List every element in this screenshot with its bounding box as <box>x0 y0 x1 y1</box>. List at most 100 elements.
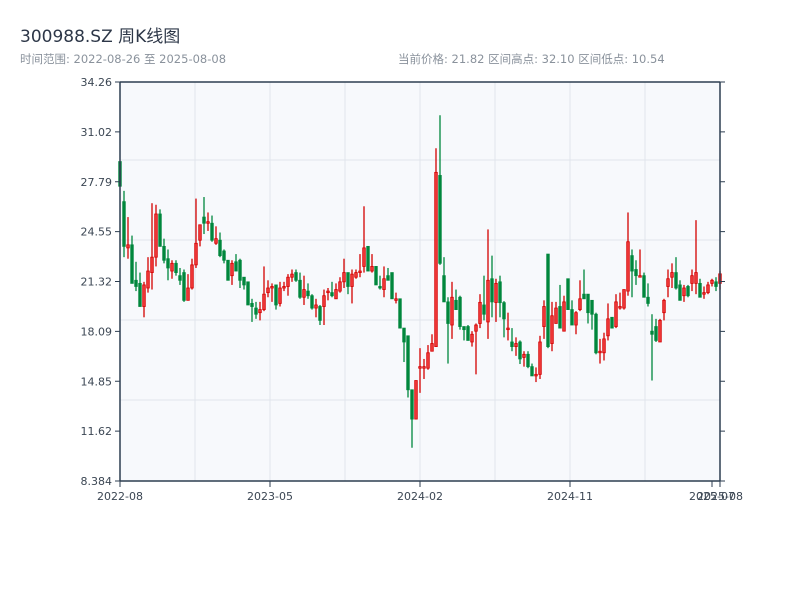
candle-up <box>266 287 270 294</box>
candle-up <box>706 284 710 294</box>
candle-up <box>214 238 218 244</box>
candle-down <box>310 295 314 309</box>
candle-up <box>658 319 662 343</box>
candle-up <box>314 304 318 309</box>
candle-up <box>550 315 554 344</box>
candle-down <box>490 278 494 303</box>
y-tick-label: 34.26 <box>81 76 113 89</box>
candle-up <box>290 273 294 278</box>
candle-down <box>654 326 658 341</box>
candle-up <box>334 289 338 300</box>
candle-down <box>162 245 166 261</box>
candle-up <box>710 279 714 284</box>
candle-down <box>274 284 278 306</box>
candle-down <box>530 366 534 377</box>
candle-down <box>398 298 402 329</box>
candle-down <box>134 279 138 287</box>
candle-down <box>402 327 406 343</box>
candle-up <box>354 272 358 278</box>
candle-up <box>474 324 478 332</box>
candle-up <box>194 242 198 266</box>
candle-down <box>218 239 222 257</box>
candle-down <box>182 272 186 301</box>
candle-down <box>374 266 378 286</box>
candle-down <box>406 335 410 391</box>
y-tick-label: 14.85 <box>81 375 113 388</box>
candle-up <box>230 262 234 277</box>
candle-down <box>462 326 466 331</box>
candle-up <box>358 270 362 273</box>
candle-down <box>454 299 458 310</box>
candle-up <box>670 272 674 278</box>
y-tick-label: 24.55 <box>81 226 113 239</box>
candle-down <box>582 293 586 300</box>
candle-down <box>674 272 678 289</box>
candle-up <box>342 272 346 283</box>
candle-down <box>510 341 514 348</box>
candle-up <box>554 307 558 324</box>
candle-down <box>222 250 226 261</box>
candle-down <box>650 330 654 335</box>
candle-up <box>282 286 286 289</box>
candle-up <box>362 247 366 267</box>
x-tick-label: 2022-08 <box>97 490 143 503</box>
candle-down <box>502 302 506 320</box>
candle-up <box>690 275 694 284</box>
candle-up <box>622 289 626 309</box>
candle-down <box>442 275 446 303</box>
candle-down <box>446 301 450 324</box>
candle-up <box>506 327 510 331</box>
candle-up <box>578 298 582 310</box>
candle-up <box>394 298 398 301</box>
candle-down <box>646 296 650 304</box>
candle-down <box>518 341 522 360</box>
candle-up <box>150 256 154 273</box>
candle-down <box>558 306 562 329</box>
candle-down <box>570 309 574 326</box>
candle-down <box>346 272 350 287</box>
candle-down <box>138 282 142 307</box>
candle-down <box>642 275 646 298</box>
candle-up <box>302 289 306 298</box>
candle-down <box>586 293 590 314</box>
x-tick-label: 2025-08 <box>697 490 743 503</box>
candle-up <box>258 309 262 314</box>
candle-down <box>698 282 702 298</box>
candle-down <box>254 307 258 315</box>
candle-up <box>486 279 490 323</box>
candle-down <box>318 306 322 321</box>
candle-up <box>206 221 210 224</box>
candle-up <box>562 301 566 332</box>
candle-up <box>286 276 290 287</box>
candle-up <box>682 287 686 297</box>
candle-down <box>482 304 486 315</box>
candle-down <box>566 278 570 310</box>
candle-up <box>426 352 430 369</box>
candle-down <box>246 281 250 306</box>
y-tick-label: 11.62 <box>81 425 113 438</box>
candle-down <box>238 259 242 281</box>
candle-down <box>174 262 178 273</box>
candle-up <box>638 275 642 278</box>
x-tick-label: 2024-11 <box>547 490 593 503</box>
candle-up <box>146 270 150 289</box>
candle-up <box>470 333 474 343</box>
candle-down <box>526 353 530 368</box>
candle-up <box>574 312 578 326</box>
candle-up <box>602 338 606 354</box>
candle-down <box>158 213 162 247</box>
x-tick-label: 2023-05 <box>247 490 293 503</box>
candle-up <box>618 306 622 309</box>
x-tick-label: 2024-02 <box>397 490 443 503</box>
candle-down <box>466 326 470 341</box>
candle-down <box>306 290 310 297</box>
candle-down <box>130 244 134 284</box>
candle-down <box>546 253 550 348</box>
candle-down <box>294 272 298 281</box>
candle-up <box>338 281 342 292</box>
candle-down <box>390 272 394 300</box>
candle-up <box>350 273 354 287</box>
candle-up <box>190 264 194 289</box>
candle-down <box>458 296 462 327</box>
candle-up <box>514 343 518 348</box>
